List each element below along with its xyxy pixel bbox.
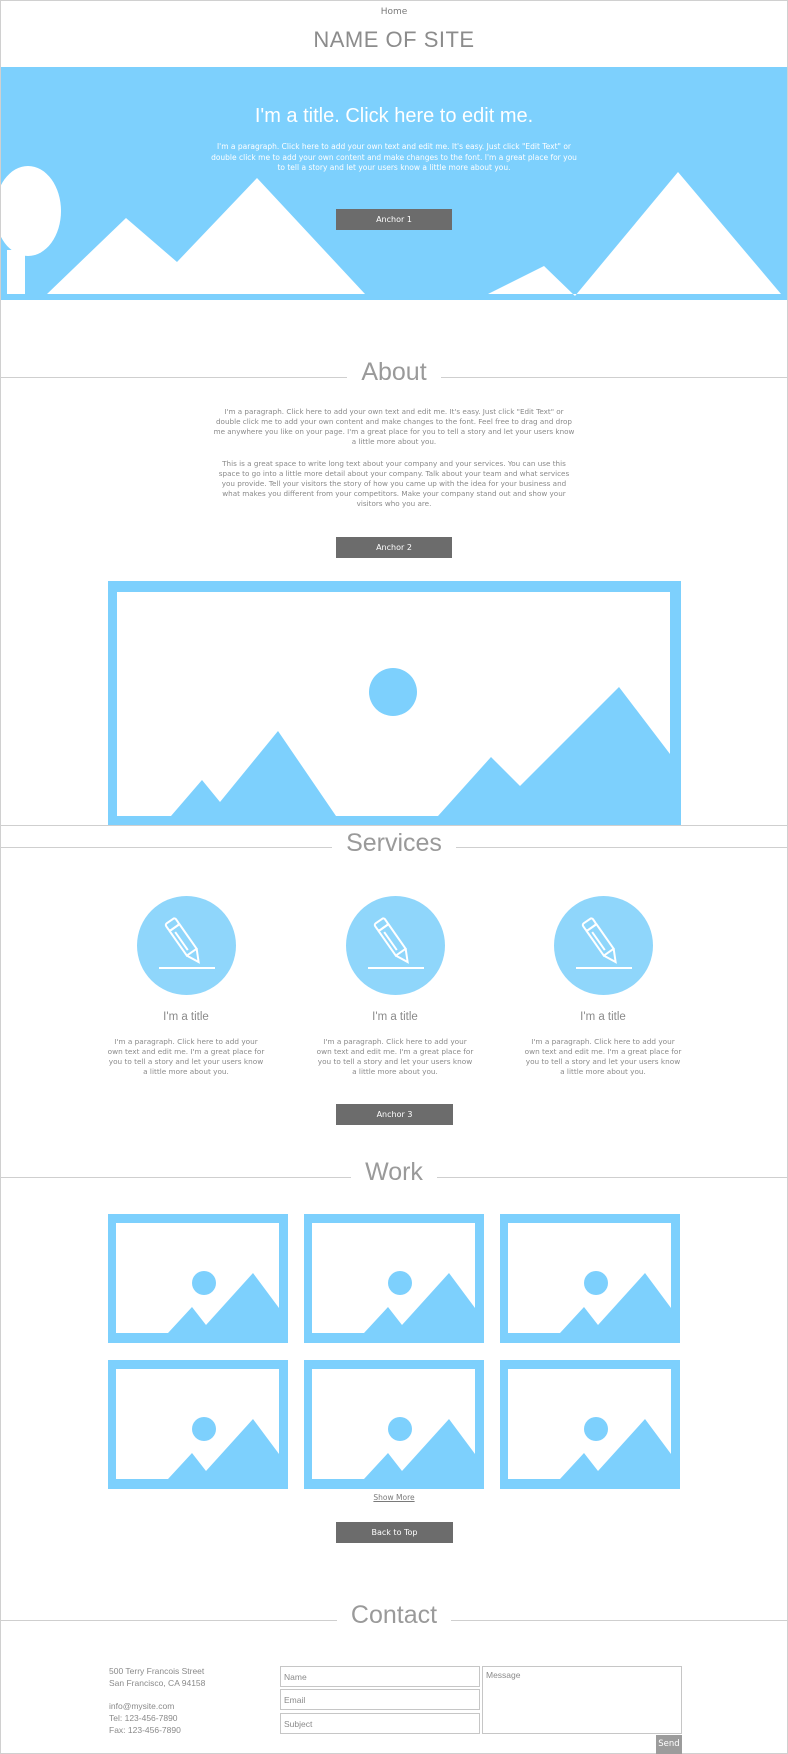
about-heading: About [347, 358, 441, 386]
anchor-2-button[interactable]: Anchor 2 [336, 537, 452, 558]
work-thumbnail-image-icon[interactable] [108, 1214, 288, 1343]
work-thumbnail-image-icon[interactable] [500, 1360, 680, 1489]
tree-trunk-shape [7, 250, 25, 294]
about-heading-wrap: About [0, 358, 788, 387]
pencil-icon [554, 917, 653, 999]
pencil-icon [137, 917, 236, 999]
anchor-3-button[interactable]: Anchor 3 [336, 1104, 453, 1125]
hero-paragraph[interactable]: I'm a paragraph. Click here to add your … [211, 142, 577, 174]
nav-home-link[interactable]: Home [0, 7, 788, 17]
address-line-2: San Francisco, CA 94158 [109, 1678, 206, 1688]
hero-landscape-illustration [1, 166, 781, 296]
contact-address: 500 Terry Francois Street San Francisco,… [109, 1665, 205, 1689]
work-thumbnail-image-icon[interactable] [304, 1214, 484, 1343]
anchor-1-button[interactable]: Anchor 1 [336, 209, 452, 230]
mountain-left-shape [47, 178, 365, 294]
hero-title[interactable]: I'm a title. Click here to edit me. [1, 105, 787, 128]
about-paragraph-1[interactable]: I'm a paragraph. Click here to add your … [213, 407, 575, 447]
service-paragraph[interactable]: I'm a paragraph. Click here to add your … [106, 1037, 266, 1077]
service-title[interactable]: I'm a title [106, 1011, 266, 1023]
service-icon-circle [346, 896, 445, 995]
subject-input[interactable] [280, 1713, 480, 1734]
service-icon-circle [137, 896, 236, 995]
tree-crown-shape [1, 166, 61, 256]
work-thumbnail-image-icon[interactable] [108, 1360, 288, 1489]
work-thumbnail-image-icon[interactable] [304, 1360, 484, 1489]
mountain-right-shape [488, 172, 781, 296]
email-input[interactable] [280, 1689, 480, 1710]
service-icon-circle [554, 896, 653, 995]
services-heading-wrap: Services [0, 829, 788, 858]
hero-section: I'm a title. Click here to edit me. I'm … [1, 67, 787, 300]
work-heading: Work [351, 1158, 437, 1186]
show-more-link[interactable]: Show More [0, 1493, 788, 1502]
pencil-icon [346, 917, 445, 999]
site-name[interactable]: NAME OF SITE [0, 27, 788, 53]
contact-details: info@mysite.com Tel: 123-456-7890 Fax: 1… [109, 1700, 181, 1736]
contact-tel: Tel: 123-456-7890 [109, 1713, 178, 1723]
contact-email-link[interactable]: info@mysite.com [109, 1700, 181, 1712]
image-placeholder-icon[interactable] [108, 581, 681, 825]
contact-heading-wrap: Contact [0, 1601, 788, 1630]
send-button[interactable]: Send [656, 1735, 682, 1754]
name-input[interactable] [280, 1666, 480, 1687]
address-line-1: 500 Terry Francois Street [109, 1666, 205, 1676]
message-textarea[interactable] [482, 1666, 682, 1734]
service-title[interactable]: I'm a title [315, 1011, 475, 1023]
services-heading: Services [332, 829, 456, 857]
contact-heading: Contact [336, 1601, 452, 1629]
service-paragraph[interactable]: I'm a paragraph. Click here to add your … [523, 1037, 683, 1077]
work-heading-wrap: Work [0, 1158, 788, 1187]
service-paragraph[interactable]: I'm a paragraph. Click here to add your … [315, 1037, 475, 1077]
back-to-top-button[interactable]: Back to Top [336, 1522, 453, 1543]
services-top-divider [1, 825, 787, 826]
contact-fax: Fax: 123-456-7890 [109, 1725, 181, 1735]
service-title[interactable]: I'm a title [523, 1011, 683, 1023]
work-thumbnail-image-icon[interactable] [500, 1214, 680, 1343]
about-paragraph-2[interactable]: This is a great space to write long text… [213, 459, 575, 509]
